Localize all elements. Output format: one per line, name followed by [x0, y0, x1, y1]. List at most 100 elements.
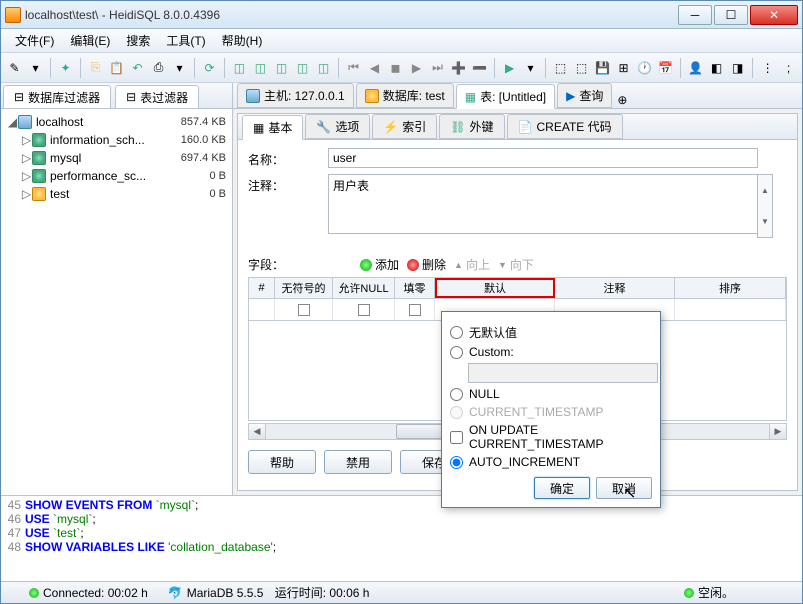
tool-playdd-icon[interactable]: ▾	[521, 58, 540, 78]
tree-db[interactable]: ▷test0 B	[3, 185, 230, 203]
expand-icon[interactable]: ▷	[21, 151, 32, 165]
col-default[interactable]: 默认	[435, 278, 555, 298]
col-comment[interactable]: 注释	[555, 278, 675, 298]
tool-prev-icon[interactable]: ◀	[365, 58, 384, 78]
sql-log[interactable]: 45SHOW EVENTS FROM `mysql`;46USE `mysql`…	[1, 495, 802, 581]
new-tab-icon[interactable]: ⊕	[614, 92, 630, 108]
name-input[interactable]	[328, 148, 758, 168]
menu-search[interactable]: 搜索	[118, 30, 158, 51]
tool-refresh-icon[interactable]: ⟳	[200, 58, 219, 78]
scroll-right-icon[interactable]: ▶	[769, 424, 786, 439]
disable-button[interactable]: 禁用	[324, 450, 392, 474]
menu-help[interactable]: 帮助(H)	[214, 30, 271, 51]
col-num[interactable]: #	[249, 278, 275, 298]
tab-table-filter[interactable]: ⊟表过滤器	[115, 85, 199, 108]
tool-next-icon[interactable]: ▶	[407, 58, 426, 78]
checkbox[interactable]	[358, 304, 370, 316]
tool-stop-icon[interactable]: ◼	[386, 58, 405, 78]
tool-copy-icon[interactable]: ⎘	[86, 58, 105, 78]
default-popup: 无默认值 Custom: NULL CURRENT_TIMESTAMP ON U…	[441, 311, 661, 508]
tool-db2-icon[interactable]: ◫	[251, 58, 270, 78]
right-tabs: 主机: 127.0.0.1 数据库: test ▦表: [Untitled] ▶…	[233, 83, 802, 109]
scroll-left-icon[interactable]: ◀	[249, 424, 266, 439]
tab-table[interactable]: ▦表: [Untitled]	[456, 84, 555, 109]
tool-paste-icon[interactable]: 📋	[107, 58, 126, 78]
subtab-foreign[interactable]: ⛓外键	[439, 114, 504, 139]
left-pane: ⊟数据库过滤器 ⊟表过滤器 ◢ localhost 857.4 KB ▷info…	[1, 83, 233, 495]
maximize-button[interactable]: ☐	[714, 5, 748, 25]
tab-query[interactable]: ▶查询	[557, 83, 612, 108]
minimize-button[interactable]: ─	[678, 5, 712, 25]
tool-x1-icon[interactable]: ◧	[707, 58, 726, 78]
opt-on-update[interactable]: ON UPDATE CURRENT_TIMESTAMP	[450, 423, 652, 451]
tab-db-filter[interactable]: ⊟数据库过滤器	[3, 85, 111, 108]
subtab-create[interactable]: 📄CREATE 代码	[507, 114, 623, 139]
opt-null[interactable]: NULL	[450, 387, 652, 401]
tool-db4-icon[interactable]: ◫	[293, 58, 312, 78]
checkbox[interactable]	[298, 304, 310, 316]
tool-remove-icon[interactable]: ➖	[470, 58, 489, 78]
tool-dropdown-icon[interactable]: ▾	[26, 58, 45, 78]
tool-play-icon[interactable]: ▶	[500, 58, 519, 78]
col-allownull[interactable]: 允许NULL	[333, 278, 395, 298]
menu-tools[interactable]: 工具(T)	[158, 30, 213, 51]
tool-x2-icon[interactable]: ◨	[728, 58, 747, 78]
tool-db3-icon[interactable]: ◫	[272, 58, 291, 78]
collapse-icon[interactable]: ◢	[7, 115, 18, 129]
tool-last1-icon[interactable]: ⋮	[758, 58, 777, 78]
tool-add-icon[interactable]: ➕	[449, 58, 468, 78]
tree-db[interactable]: ▷performance_sc...0 B	[3, 167, 230, 185]
col-unsigned[interactable]: 无符号的	[275, 278, 333, 298]
scroll-up-icon[interactable]: ▲	[758, 175, 772, 206]
expand-icon[interactable]: ▷	[21, 187, 32, 201]
checkbox[interactable]	[409, 304, 421, 316]
app-icon	[5, 7, 21, 23]
tool-cal-icon[interactable]: 📅	[656, 58, 675, 78]
tool-db5-icon[interactable]: ◫	[314, 58, 333, 78]
tool-calc-icon[interactable]: ⊞	[614, 58, 633, 78]
tool-wand-icon[interactable]: ✦	[56, 58, 75, 78]
col-zerofill[interactable]: 填零	[395, 278, 435, 298]
tree-db[interactable]: ▷mysql697.4 KB	[3, 149, 230, 167]
menu-edit[interactable]: 编辑(E)	[62, 30, 118, 51]
tree-host[interactable]: ◢ localhost 857.4 KB	[3, 113, 230, 131]
tool-undo-icon[interactable]: ↶	[128, 58, 147, 78]
tab-host[interactable]: 主机: 127.0.0.1	[237, 83, 354, 108]
tool-misc2-icon[interactable]: ⬚	[572, 58, 591, 78]
move-down-button[interactable]: ▼向下	[498, 256, 534, 273]
tool-dropdown2-icon[interactable]: ▾	[170, 58, 189, 78]
move-up-button[interactable]: ▲向上	[454, 256, 490, 273]
close-button[interactable]: ✕	[750, 5, 798, 25]
tool-misc1-icon[interactable]: ⬚	[551, 58, 570, 78]
tool-print-icon[interactable]: ⎙	[149, 58, 168, 78]
scroll-down-icon[interactable]: ▼	[758, 206, 772, 237]
tool-last2-icon[interactable]: ;	[779, 58, 798, 78]
tool-db1-icon[interactable]: ◫	[230, 58, 249, 78]
opt-no-default[interactable]: 无默认值	[450, 324, 652, 341]
comment-input[interactable]	[328, 174, 758, 234]
opt-auto-inc[interactable]: AUTO_INCREMENT	[450, 455, 652, 469]
col-sort[interactable]: 排序	[675, 278, 786, 298]
subtab-basic[interactable]: ▦基本	[242, 115, 303, 140]
help-button[interactable]: 帮助	[248, 450, 316, 474]
tree-db[interactable]: ▷information_sch...160.0 KB	[3, 131, 230, 149]
menu-file[interactable]: 文件(F)	[7, 30, 62, 51]
tool-new-icon[interactable]: ✎	[5, 58, 24, 78]
tool-last-icon[interactable]: ⏭	[428, 58, 447, 78]
subtab-options[interactable]: 🔧选项	[305, 114, 370, 139]
tool-user-icon[interactable]: 👤	[686, 58, 705, 78]
subtab-indexes[interactable]: ⚡索引	[372, 114, 437, 139]
tree[interactable]: ◢ localhost 857.4 KB ▷information_sch...…	[1, 109, 232, 495]
tab-database[interactable]: 数据库: test	[356, 83, 454, 108]
opt-custom[interactable]: Custom:	[450, 345, 652, 359]
ok-button[interactable]: 确定	[534, 477, 590, 499]
add-field-button[interactable]: 添加	[360, 256, 399, 273]
custom-value-input[interactable]	[468, 363, 658, 383]
delete-field-button[interactable]: 删除	[407, 256, 446, 273]
cancel-button[interactable]: 取消	[596, 477, 652, 499]
expand-icon[interactable]: ▷	[21, 169, 32, 183]
tool-save-icon[interactable]: 💾	[593, 58, 612, 78]
tool-time-icon[interactable]: 🕐	[635, 58, 654, 78]
tool-first-icon[interactable]: ⏮	[344, 58, 363, 78]
expand-icon[interactable]: ▷	[21, 133, 32, 147]
